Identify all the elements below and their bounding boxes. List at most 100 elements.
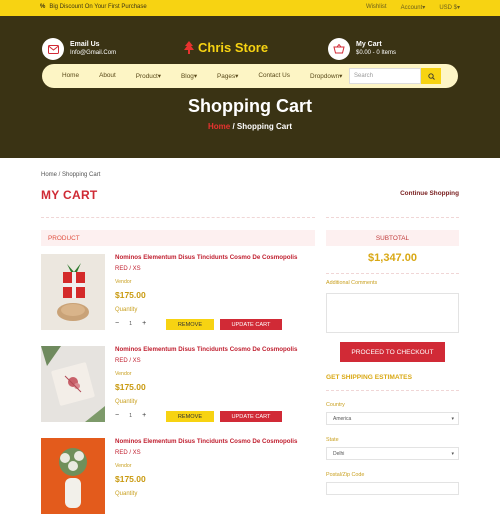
wishlist-link[interactable]: Wishlist xyxy=(366,4,387,11)
nav-item-about[interactable]: About xyxy=(89,72,126,80)
divider xyxy=(326,217,459,218)
currency-select[interactable]: USD $▾ xyxy=(439,4,460,11)
breadcrumb[interactable]: Home / Shopping Cart xyxy=(41,172,100,178)
remove-button[interactable]: REMOVE xyxy=(166,411,214,422)
product-name[interactable]: Nominos Elementum Disus Tincidunts Cosmo… xyxy=(115,346,315,353)
nav-item-product[interactable]: Product▾ xyxy=(126,72,171,80)
quantity-label: Quantity xyxy=(115,491,138,497)
minus-icon[interactable]: − xyxy=(115,320,119,327)
chevron-down-icon: ▾ xyxy=(235,73,239,80)
chevron-down-icon: ▾ xyxy=(193,73,198,80)
currency-label: USD $ xyxy=(439,5,457,11)
plus-icon[interactable]: + xyxy=(142,412,146,419)
additional-comments-label: Additional Comments xyxy=(326,280,378,286)
quantity-label: Quantity xyxy=(115,399,138,405)
state-value: Delhi xyxy=(333,451,345,457)
cart-text: My Cart $0.00 - 0 Items xyxy=(356,41,396,57)
comments-textarea[interactable] xyxy=(326,293,459,333)
zip-label: Postal/Zip Code xyxy=(326,472,365,478)
divider xyxy=(326,273,459,274)
chevron-down-icon: ▾ xyxy=(339,73,343,80)
email-label: Email Us xyxy=(70,41,100,48)
promo-text: Big Discount On Your First Purchase xyxy=(49,4,147,10)
state-select[interactable]: Delhi ▾ xyxy=(326,447,459,460)
product-image[interactable] xyxy=(41,438,105,514)
header: Email Us Info@Gmail.Com Chris Store My C… xyxy=(0,16,500,158)
search-button[interactable] xyxy=(421,68,441,84)
subtotal-value: $1,347.00 xyxy=(368,252,417,264)
product-vendor: Vendor xyxy=(115,279,132,285)
logo-text: Chris Store xyxy=(198,40,269,55)
shipping-estimates-title: GET SHIPPING ESTIMATES xyxy=(326,374,412,381)
quantity-value[interactable]: 1 xyxy=(129,321,132,327)
remove-button[interactable]: REMOVE xyxy=(166,319,214,330)
country-select[interactable]: America ▾ xyxy=(326,412,459,425)
nav-item-home[interactable]: Home xyxy=(52,72,89,80)
main-nav: Home About Product▾ Blog▾ Pages▾ Contact… xyxy=(42,64,458,88)
account-menu[interactable]: Account▾ xyxy=(401,4,426,11)
chevron-down-icon: ▾ xyxy=(451,451,454,457)
nav-items: Home About Product▾ Blog▾ Pages▾ Contact… xyxy=(52,72,352,80)
cart-value: $0.00 - 0 Items xyxy=(356,50,397,56)
top-links: Wishlist Account▾ USD $▾ xyxy=(366,4,460,11)
header-cart[interactable]: My Cart $0.00 - 0 Items xyxy=(328,38,396,60)
product-vendor: Vendor xyxy=(115,463,132,469)
email-value: Info@Gmail.Com xyxy=(70,50,117,56)
store-logo[interactable]: Chris Store xyxy=(184,40,268,55)
quantity-value[interactable]: 1 xyxy=(129,413,132,419)
country-value: America xyxy=(333,416,352,422)
update-cart-button[interactable]: UPDATE CART xyxy=(220,411,282,422)
basket-icon xyxy=(328,38,350,60)
update-cart-button[interactable]: UPDATE CART xyxy=(220,319,282,330)
divider xyxy=(326,390,459,391)
product-image[interactable] xyxy=(41,346,105,422)
cart-heading: MY CART xyxy=(41,188,98,202)
product-price: $175.00 xyxy=(115,290,146,300)
product-name[interactable]: Nominos Elementum Disus Tincidunts Cosmo… xyxy=(115,254,315,261)
subtotal-column-header: SUBTOTAL xyxy=(326,230,459,246)
hero-crumb-home[interactable]: Home xyxy=(208,122,230,131)
nav-item-blog-label: Blog xyxy=(181,73,194,80)
plus-icon[interactable]: + xyxy=(142,320,146,327)
product-vendor: Vendor xyxy=(115,371,132,377)
promo: % Big Discount On Your First Purchase xyxy=(40,4,147,10)
product-variant: RED / XS xyxy=(115,450,141,456)
divider xyxy=(41,217,315,218)
search-input[interactable]: Search xyxy=(349,68,421,84)
product-variant: RED / XS xyxy=(115,358,141,364)
quantity-stepper: − 1 + xyxy=(115,320,146,327)
chevron-down-icon: ▾ xyxy=(456,5,460,11)
hero-crumb-current: Shopping Cart xyxy=(236,122,292,131)
search-box: Search xyxy=(349,68,483,84)
country-label: Country xyxy=(326,402,345,408)
continue-shopping-link[interactable]: Continue Shopping xyxy=(400,190,459,197)
minus-icon[interactable]: − xyxy=(115,412,119,419)
page-title: Shopping Cart xyxy=(188,96,312,116)
product-variant: RED / XS xyxy=(115,266,141,272)
promo-bar: % Big Discount On Your First Purchase Wi… xyxy=(0,0,500,16)
chevron-down-icon: ▾ xyxy=(422,5,426,11)
nav-item-pages[interactable]: Pages▾ xyxy=(207,72,248,80)
mail-icon xyxy=(42,38,64,60)
state-label: State xyxy=(326,437,339,443)
cart-label: My Cart xyxy=(356,41,382,48)
nav-item-blog[interactable]: Blog▾ xyxy=(171,72,207,80)
hero-crumb-sep: / xyxy=(230,122,237,131)
checkout-button[interactable]: PROCEED TO CHECKOUT xyxy=(340,342,445,362)
quantity-stepper: − 1 + xyxy=(115,412,146,419)
quantity-label: Quantity xyxy=(115,307,138,313)
nav-item-pages-label: Pages xyxy=(217,73,236,80)
nav-item-dropdown[interactable]: Dropdown▾ xyxy=(300,72,352,80)
product-name[interactable]: Nominos Elementum Disus Tincidunts Cosmo… xyxy=(115,438,315,445)
tree-icon xyxy=(184,41,194,54)
hero-breadcrumb: Home / Shopping Cart xyxy=(0,122,500,131)
nav-item-product-label: Product xyxy=(135,73,158,80)
nav-item-contact[interactable]: Contact Us xyxy=(248,72,300,80)
product-price: $175.00 xyxy=(115,474,146,484)
zip-input[interactable] xyxy=(326,482,459,495)
product-image[interactable] xyxy=(41,254,105,330)
product-column-header: PRODUCT xyxy=(41,230,315,246)
chevron-down-icon: ▾ xyxy=(157,73,162,80)
email-contact[interactable]: Email Us Info@Gmail.Com xyxy=(42,38,116,60)
search-icon xyxy=(427,72,435,80)
